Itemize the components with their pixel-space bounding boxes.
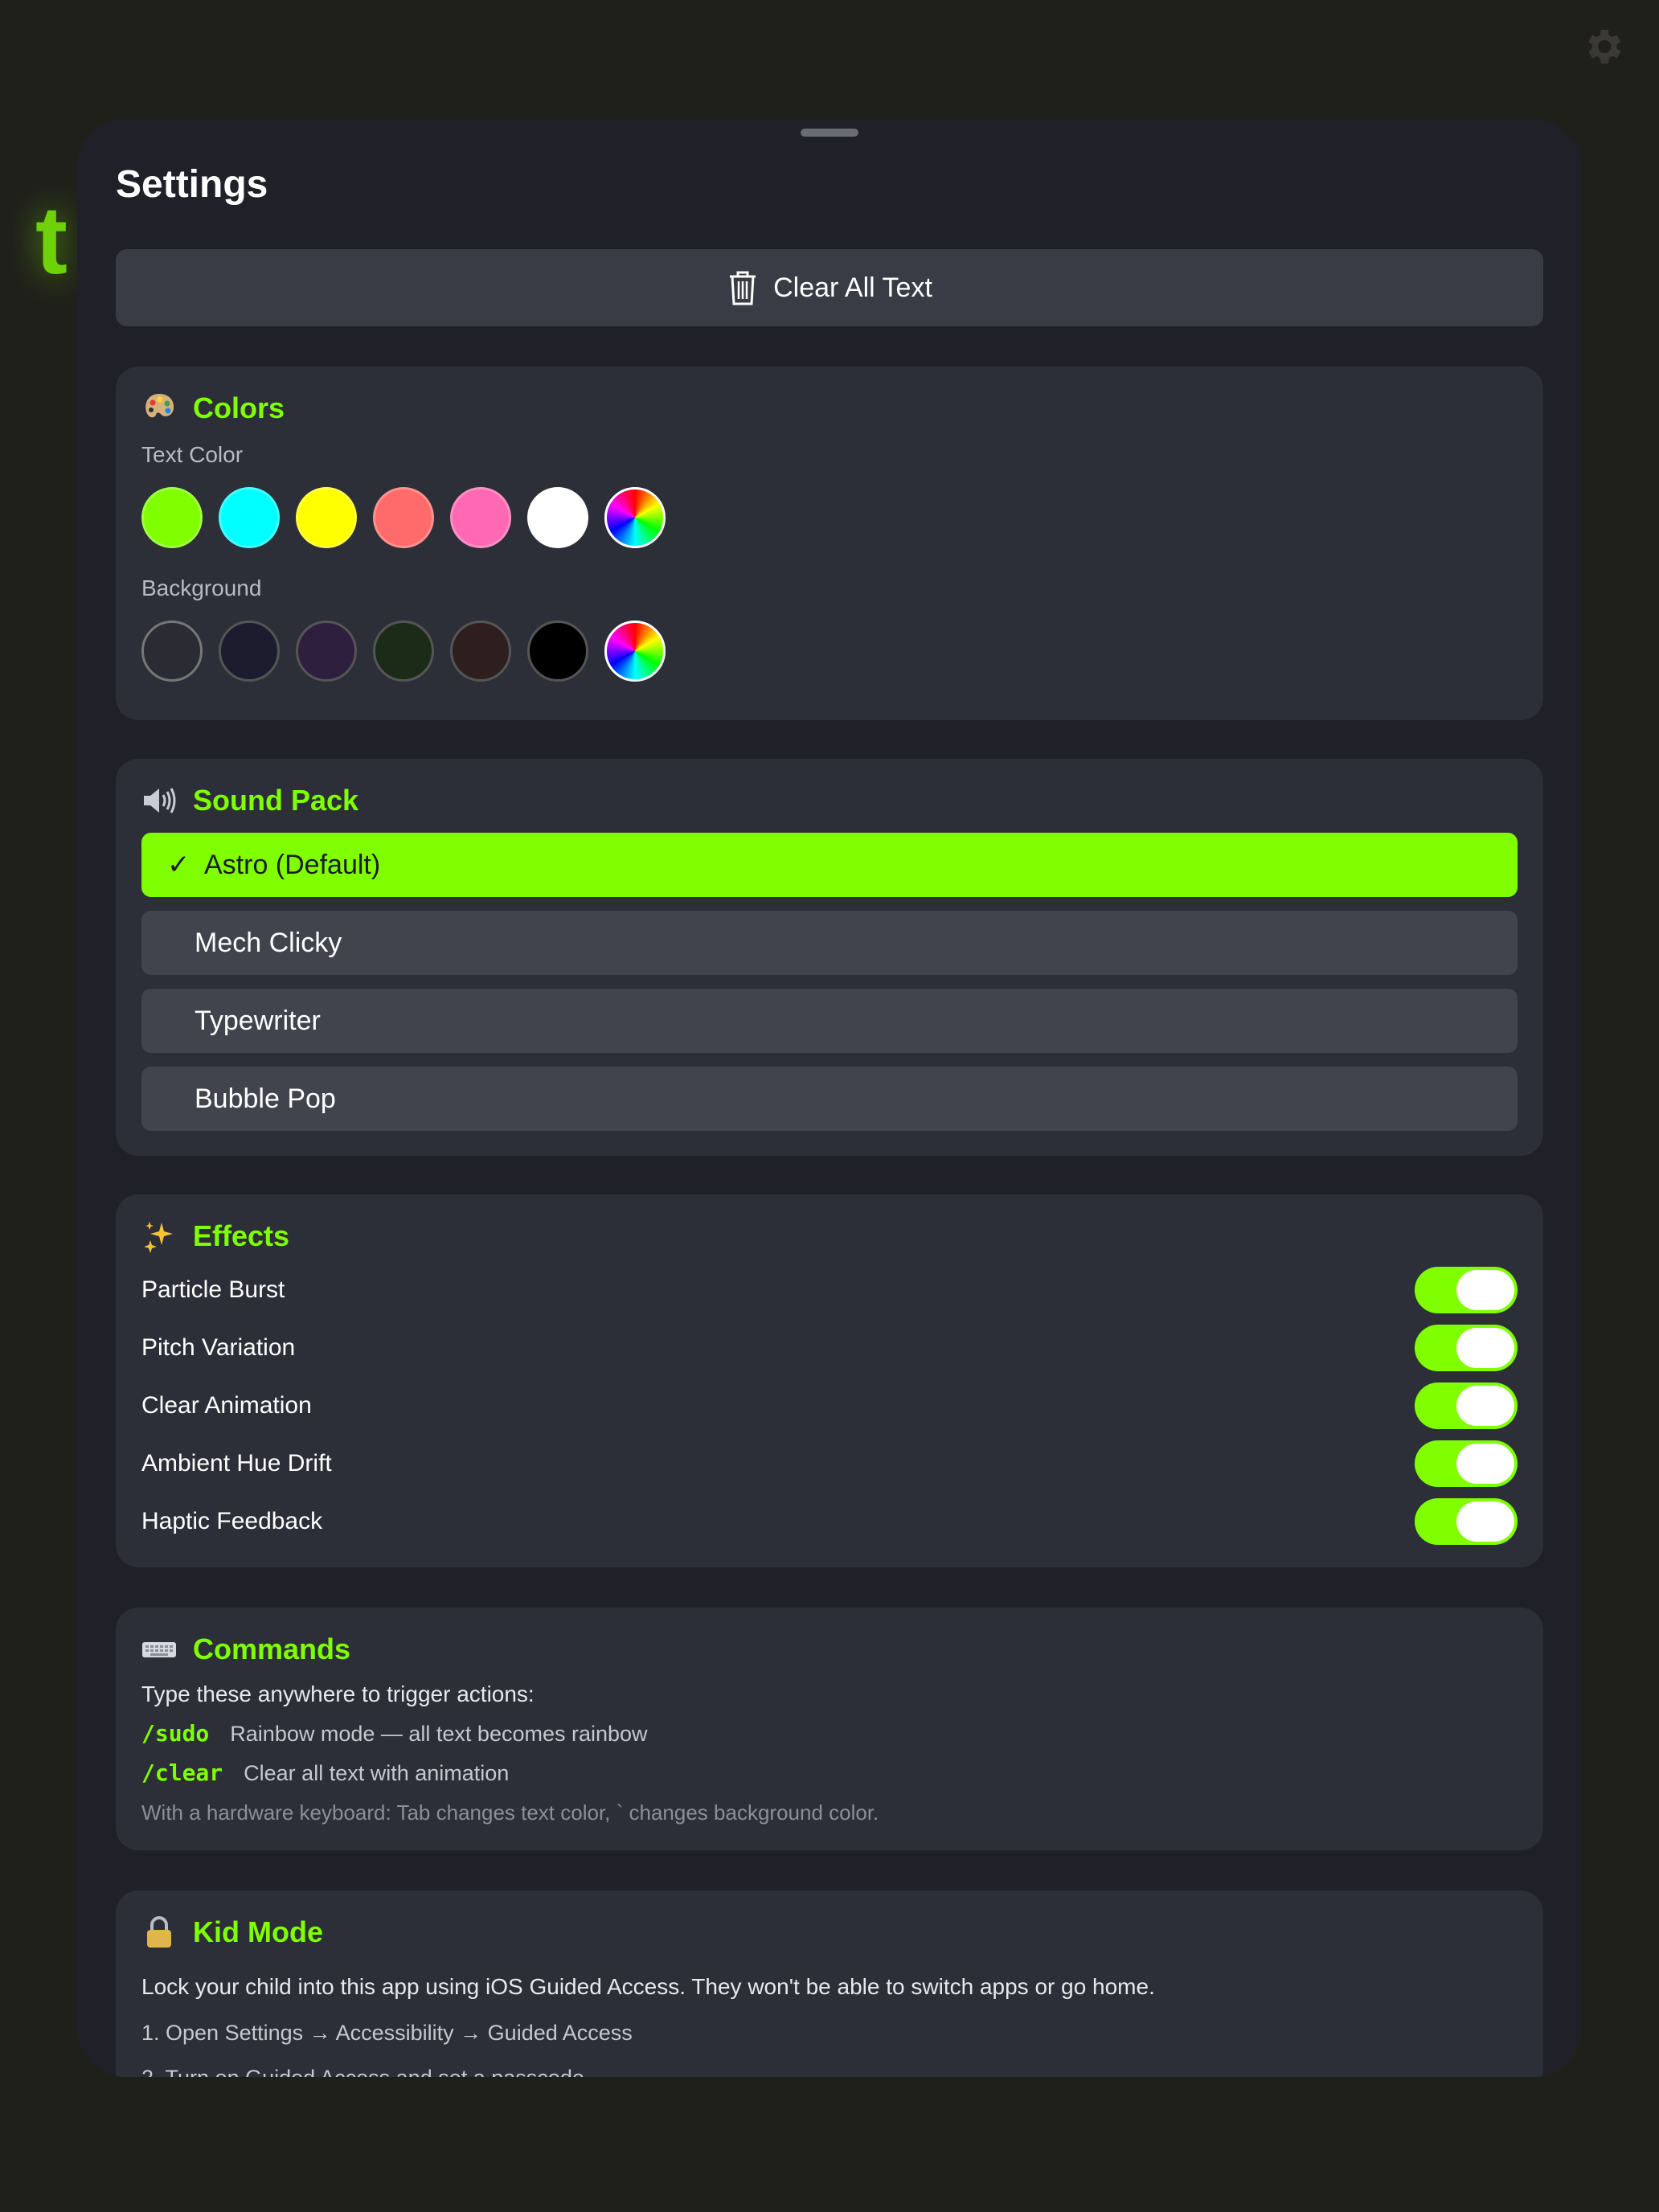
effect-row-ambient-hue-drift: Ambient Hue Drift [141, 1440, 1518, 1488]
command-code: /clear [141, 1759, 223, 1786]
sound-pack-option-label: Astro (Default) [204, 849, 381, 880]
text-color-swatches [141, 487, 666, 548]
background-color-swatch[interactable] [296, 621, 357, 682]
clear-all-text-label: Clear All Text [773, 272, 932, 303]
text-color-swatch[interactable] [141, 487, 203, 548]
effect-label: Pitch Variation [141, 1334, 296, 1361]
sound-pack-option-astro[interactable]: ✓ Astro (Default) [141, 833, 1518, 897]
sound-pack-option-typewriter[interactable]: Typewriter [141, 989, 1518, 1053]
custom-text-color-swatch[interactable] [604, 487, 666, 548]
particle-burst-toggle[interactable] [1415, 1267, 1518, 1313]
background-label: Background [141, 576, 262, 600]
background-color-swatch[interactable] [141, 621, 203, 682]
colors-title: Colors [193, 391, 285, 424]
haptic-feedback-toggle[interactable] [1415, 1498, 1518, 1545]
custom-background-color-swatch[interactable] [604, 621, 666, 682]
effect-label: Ambient Hue Drift [141, 1450, 332, 1477]
kid-mode-step: 2. Turn on Guided Access and set a passc… [141, 2066, 584, 2077]
page-title: Settings [116, 163, 268, 206]
command-clear: /clear Clear all text with animation [141, 1759, 509, 1786]
palette-icon [141, 391, 177, 426]
sound-pack-title: Sound Pack [193, 784, 359, 817]
command-description: Rainbow mode — all text becomes rainbow [230, 1722, 648, 1746]
sound-pack-option-label: Mech Clicky [195, 927, 342, 958]
speaker-icon [141, 783, 177, 818]
effect-row-clear-animation: Clear Animation [141, 1382, 1518, 1430]
effects-title: Effects [193, 1219, 290, 1252]
sheet-grabber[interactable] [801, 129, 858, 137]
clear-animation-toggle[interactable] [1415, 1382, 1518, 1429]
kid-mode-step: 1. Open Settings → Accessibility → Guide… [141, 2021, 633, 2045]
checkmark-icon: ✓ [167, 850, 190, 880]
text-color-swatch[interactable] [527, 487, 588, 548]
background-letter: t [35, 186, 68, 294]
commands-title: Commands [193, 1632, 351, 1665]
pitch-variation-toggle[interactable] [1415, 1325, 1518, 1371]
sound-pack-option-mech-clicky[interactable]: Mech Clicky [141, 911, 1518, 975]
sound-pack-option-bubble-pop[interactable]: Bubble Pop [141, 1067, 1518, 1131]
command-code: /sudo [141, 1720, 210, 1747]
background-color-swatches [141, 621, 666, 682]
trash-icon [730, 271, 756, 305]
text-color-swatch[interactable] [450, 487, 511, 548]
effect-label: Particle Burst [141, 1276, 285, 1303]
gear-icon[interactable] [1580, 24, 1625, 69]
effect-label: Haptic Feedback [141, 1508, 323, 1534]
clear-all-text-button[interactable]: Clear All Text [116, 249, 1543, 326]
sound-pack-option-label: Typewriter [195, 1005, 321, 1036]
text-color-label: Text Color [141, 442, 244, 467]
sparkles-icon [141, 1219, 177, 1254]
lock-icon [141, 1915, 177, 1950]
kid-mode-title: Kid Mode [193, 1915, 323, 1948]
sound-pack-card: Sound Pack ✓ Astro (Default) Mech Clicky… [116, 759, 1543, 1156]
ambient-hue-drift-toggle[interactable] [1415, 1440, 1518, 1487]
commands-intro: Type these anywhere to trigger actions: [141, 1682, 535, 1706]
command-description: Clear all text with animation [244, 1761, 510, 1785]
command-sudo: /sudo Rainbow mode — all text becomes ra… [141, 1720, 648, 1747]
text-color-swatch[interactable] [219, 487, 280, 548]
effects-card: Effects Particle Burst Pitch Variation C… [116, 1194, 1543, 1567]
effect-row-haptic-feedback: Haptic Feedback [141, 1497, 1518, 1546]
background-color-swatch[interactable] [450, 621, 511, 682]
keyboard-shortcut-note: With a hardware keyboard: Tab changes te… [141, 1800, 879, 1825]
keyboard-icon [141, 1632, 177, 1667]
text-color-swatch[interactable] [296, 487, 357, 548]
background-color-swatch[interactable] [527, 621, 588, 682]
effect-row-pitch-variation: Pitch Variation [141, 1324, 1518, 1372]
background-color-swatch[interactable] [373, 621, 434, 682]
background-color-swatch[interactable] [219, 621, 280, 682]
text-color-swatch[interactable] [373, 487, 434, 548]
kid-mode-description: Lock your child into this app using iOS … [141, 1974, 1155, 1999]
kid-mode-card: Kid Mode Lock your child into this app u… [116, 1890, 1543, 2077]
effect-row-particle-burst: Particle Burst [141, 1266, 1518, 1314]
effect-label: Clear Animation [141, 1392, 312, 1419]
colors-card: Colors Text Color Background [116, 367, 1543, 720]
settings-sheet: Settings Clear All Text Colors Text Colo… [77, 119, 1582, 2077]
commands-card: Commands Type these anywhere to trigger … [116, 1608, 1543, 1850]
sound-pack-option-label: Bubble Pop [195, 1083, 336, 1114]
